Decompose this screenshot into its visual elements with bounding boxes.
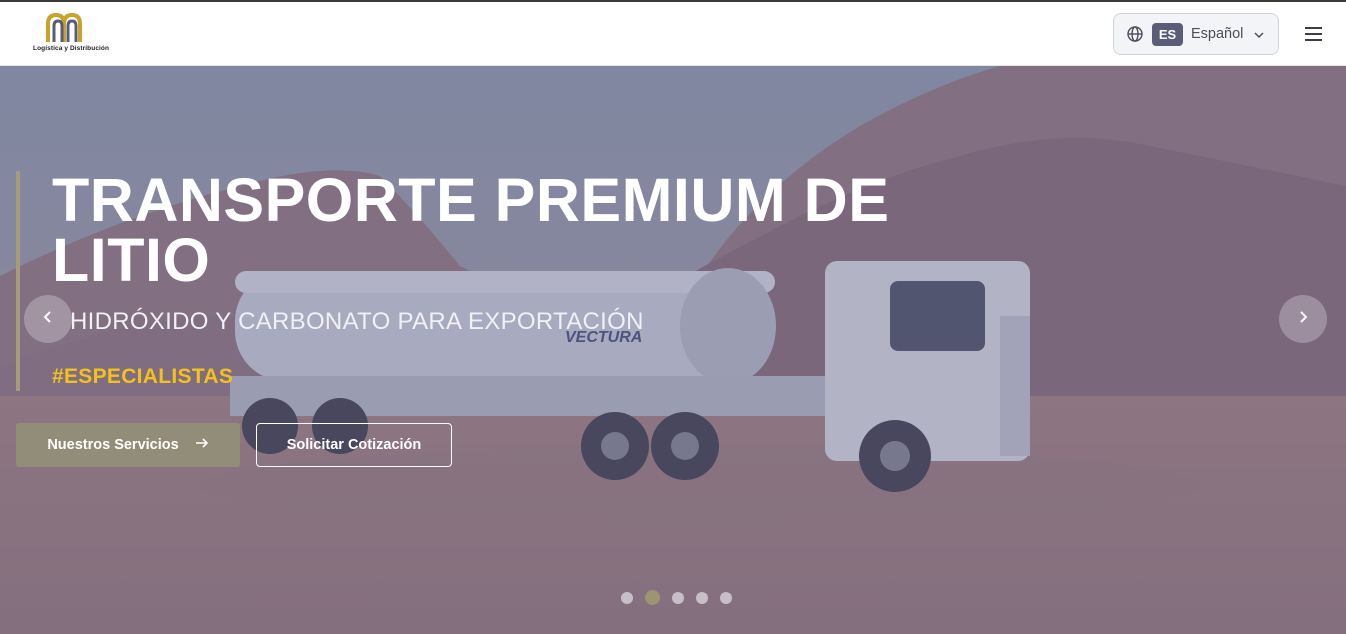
- company-logo[interactable]: Logística y Distribución: [28, 12, 118, 58]
- chevron-down-icon: [1253, 28, 1265, 40]
- globe-icon: [1126, 25, 1144, 43]
- hero-carousel: VECTURA TRANSPORTE PREMIUM DE LITIO HIDR…: [0, 66, 1346, 634]
- carousel-dot[interactable]: [720, 591, 732, 604]
- carousel-indicators: [621, 590, 732, 605]
- hero-hashtag: #ESPECIALISTAS: [52, 365, 234, 388]
- hamburger-menu-icon[interactable]: [1302, 23, 1324, 45]
- chevron-left-icon: [40, 309, 56, 330]
- language-code-badge: ES: [1152, 22, 1183, 46]
- carousel-dot[interactable]: [672, 591, 684, 604]
- hero-subtitle: HIDRÓXIDO Y CARBONATO PARA EXPORTACIÓN: [70, 308, 644, 335]
- arrow-right-icon: [195, 436, 209, 454]
- our-services-button[interactable]: Nuestros Servicios: [16, 423, 240, 467]
- carousel-dot[interactable]: [645, 590, 660, 605]
- hero-overlay: [0, 66, 1346, 634]
- carousel-dot[interactable]: [696, 591, 708, 604]
- site-header: Logística y Distribución ES Español: [0, 2, 1346, 66]
- language-name: Español: [1191, 26, 1244, 42]
- carousel-prev-button[interactable]: [24, 295, 72, 343]
- language-selector[interactable]: ES Español: [1113, 13, 1279, 55]
- carousel-next-button[interactable]: [1279, 295, 1327, 343]
- carousel-dot[interactable]: [621, 591, 633, 604]
- title-accent-bar: [16, 171, 20, 391]
- logo-tagline: Logística y Distribución: [33, 45, 110, 52]
- our-services-label: Nuestros Servicios: [47, 437, 179, 453]
- request-quote-label: Solicitar Cotización: [286, 437, 422, 453]
- request-quote-button[interactable]: Solicitar Cotización: [256, 423, 452, 467]
- chevron-right-icon: [1295, 309, 1311, 330]
- logo-mark: [46, 12, 82, 42]
- hero-title: TRANSPORTE PREMIUM DE LITIO: [52, 166, 890, 294]
